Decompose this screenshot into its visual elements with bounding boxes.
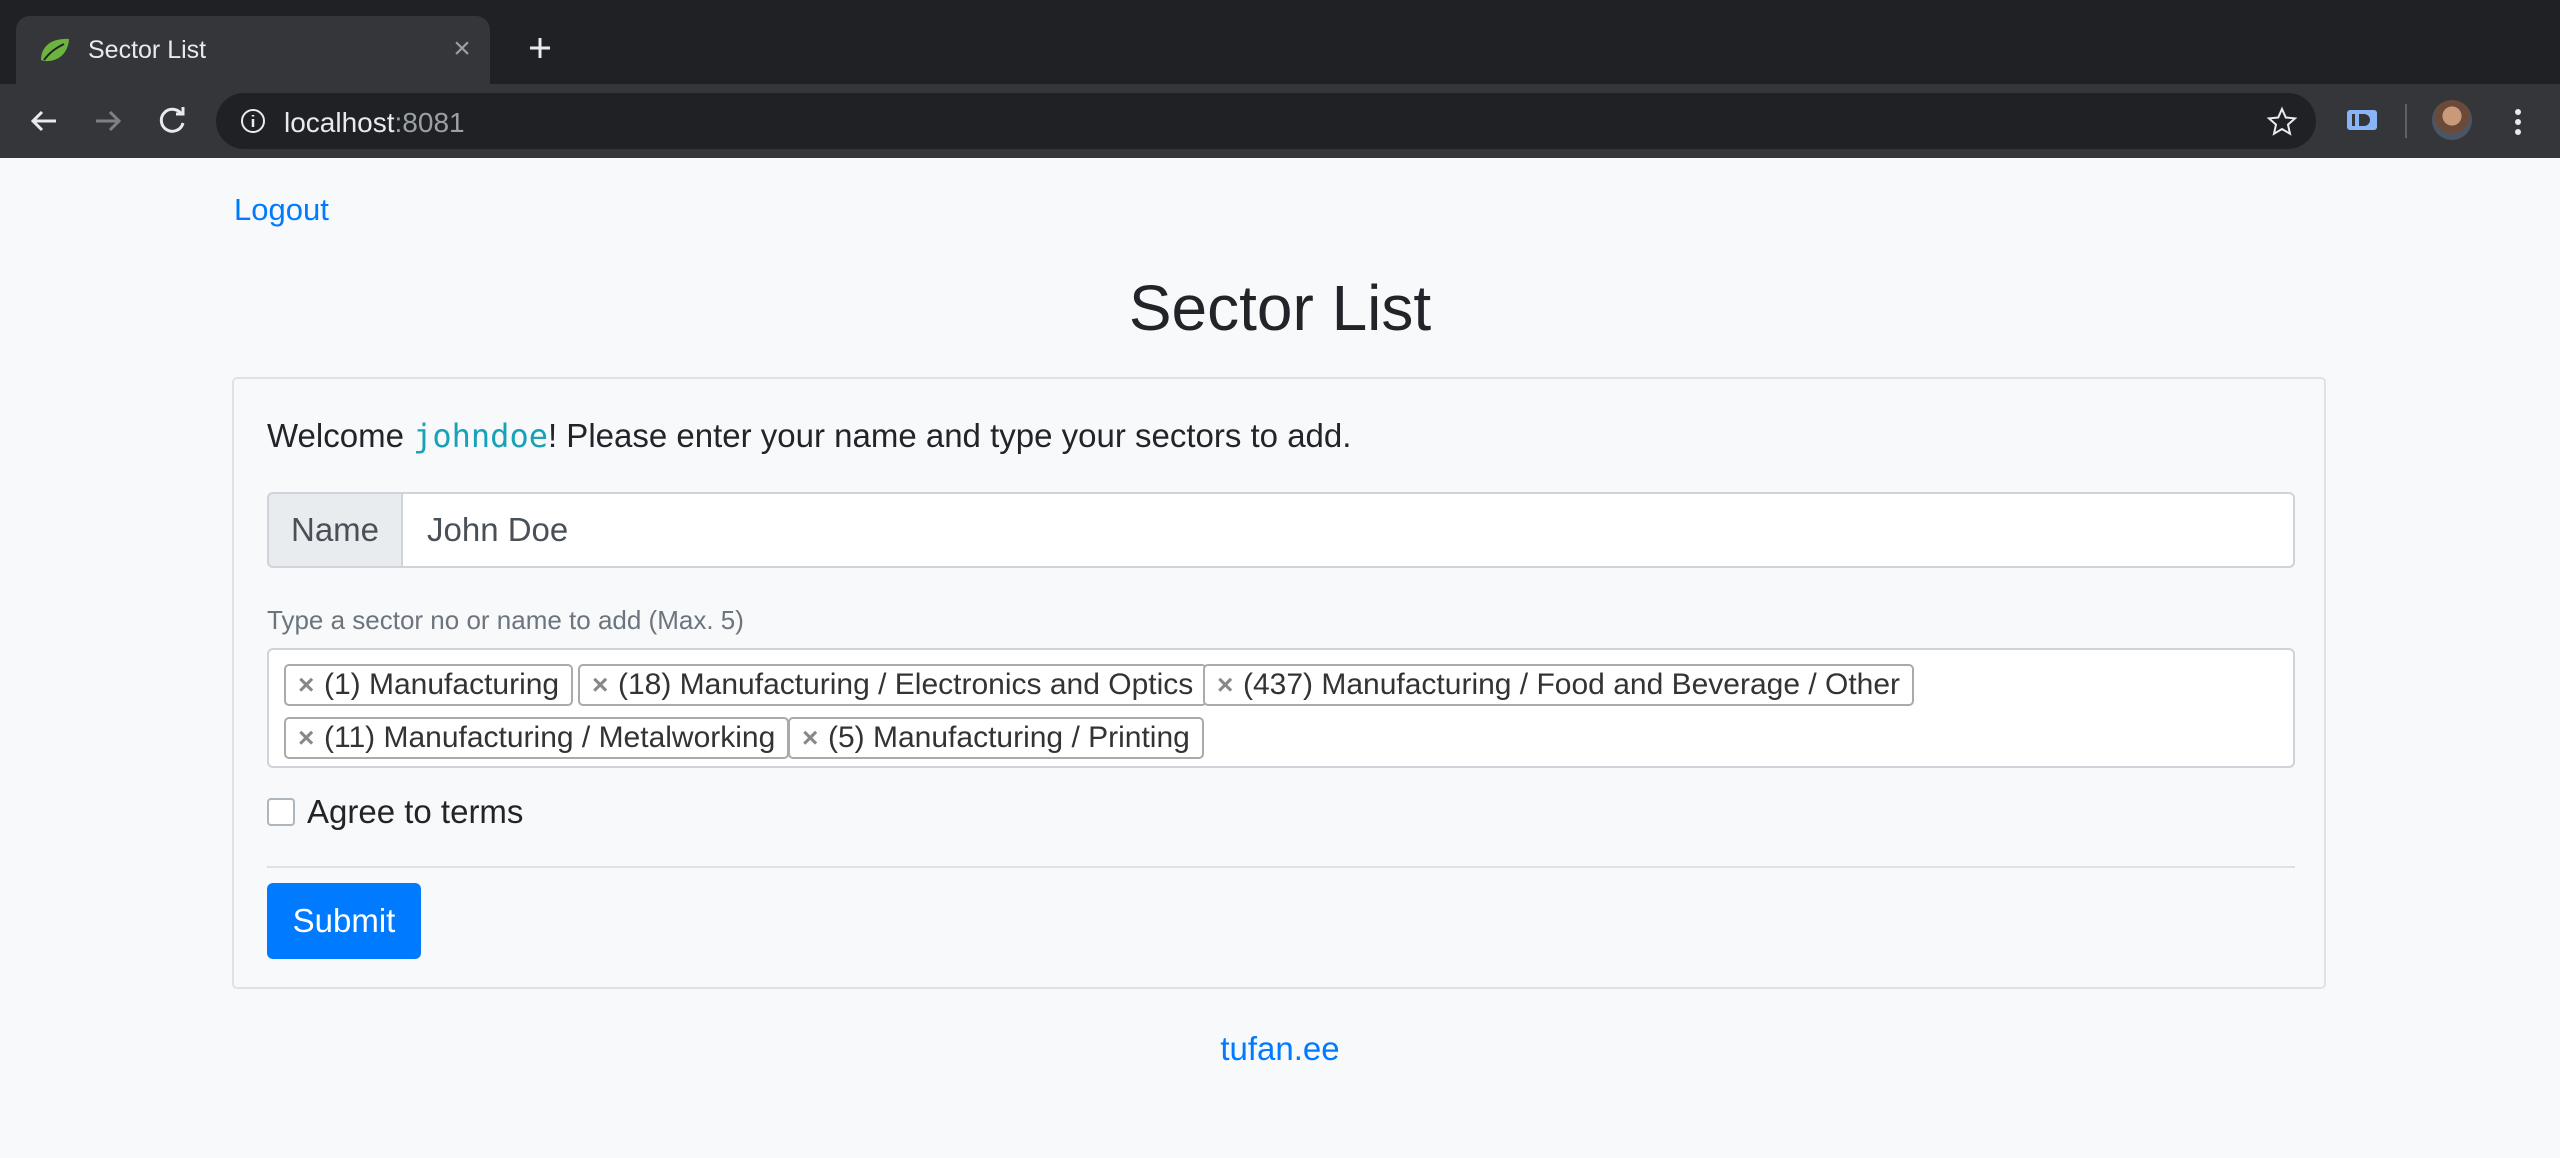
back-arrow-icon[interactable]: [24, 101, 64, 141]
page-title: Sector List: [1128, 272, 1432, 344]
page-content: Logout Sector List Welcome johndoe! Plea…: [0, 158, 2560, 1158]
url-host: localhost: [284, 107, 395, 138]
forward-arrow-icon[interactable]: [88, 101, 128, 141]
close-tab-icon[interactable]: ×: [446, 33, 478, 65]
sector-tag-input[interactable]: × (1) Manufacturing × (18) Manufacturing…: [267, 648, 2295, 768]
bookmark-star-icon[interactable]: [2266, 106, 2298, 138]
name-label: Name: [267, 492, 403, 568]
sector-tag-label: (18) Manufacturing / Electronics and Opt…: [618, 668, 1194, 701]
address-bar[interactable]: localhost:8081: [216, 93, 2316, 149]
sector-tag-label: (437) Manufacturing / Food and Beverage …: [1243, 668, 1901, 701]
url-port: :8081: [394, 107, 465, 138]
browser-tab-strip: Sector List ×: [0, 0, 2560, 84]
agree-checkbox[interactable]: [267, 798, 295, 826]
info-icon[interactable]: [240, 108, 266, 134]
remove-tag-icon[interactable]: ×: [802, 719, 818, 757]
spring-leaf-icon: [41, 38, 69, 62]
name-input-group: Name: [267, 492, 2295, 568]
extension-id-icon[interactable]: [2344, 102, 2380, 138]
reload-icon[interactable]: [152, 101, 192, 141]
username: johndoe: [413, 417, 548, 455]
remove-tag-icon[interactable]: ×: [592, 666, 608, 704]
sector-tag: × (1) Manufacturing: [284, 664, 574, 706]
profile-avatar[interactable]: [2432, 100, 2472, 140]
sector-tag: × (437) Manufacturing / Food and Beverag…: [1203, 664, 1915, 706]
submit-button[interactable]: Submit: [267, 883, 421, 959]
browser-menu-icon[interactable]: [2500, 102, 2536, 142]
sector-form-card: Welcome johndoe! Please enter your name …: [232, 377, 2326, 989]
new-tab-icon[interactable]: [520, 28, 560, 68]
tab-title: Sector List: [88, 36, 207, 64]
browser-tab[interactable]: Sector List ×: [16, 16, 490, 84]
url-text[interactable]: localhost:8081: [284, 107, 465, 139]
browser-toolbar: localhost:8081: [0, 84, 2560, 158]
toolbar-divider: [2405, 104, 2407, 138]
footer-link[interactable]: tufan.ee: [0, 1030, 2560, 1068]
sector-tag: × (18) Manufacturing / Electronics and O…: [578, 664, 1208, 706]
welcome-message: Welcome johndoe! Please enter your name …: [267, 417, 1351, 455]
logout-link[interactable]: Logout: [234, 192, 329, 228]
remove-tag-icon[interactable]: ×: [298, 666, 314, 704]
sector-tag-label: (5) Manufacturing / Printing: [828, 721, 1190, 754]
form-divider: [267, 866, 2295, 868]
sector-tag: × (11) Manufacturing / Metalworking: [284, 717, 790, 759]
welcome-suffix: ! Please enter your name and type your s…: [547, 417, 1352, 454]
name-input[interactable]: [401, 492, 2295, 568]
remove-tag-icon[interactable]: ×: [298, 719, 314, 757]
sector-tag-label: (11) Manufacturing / Metalworking: [324, 721, 776, 754]
agree-label[interactable]: Agree to terms: [307, 793, 523, 831]
welcome-prefix: Welcome: [267, 417, 414, 454]
sector-tag: × (5) Manufacturing / Printing: [788, 717, 1204, 759]
remove-tag-icon[interactable]: ×: [1217, 666, 1233, 704]
sector-help-text: Type a sector no or name to add (Max. 5): [267, 605, 744, 635]
sector-tag-label: (1) Manufacturing: [324, 668, 560, 701]
